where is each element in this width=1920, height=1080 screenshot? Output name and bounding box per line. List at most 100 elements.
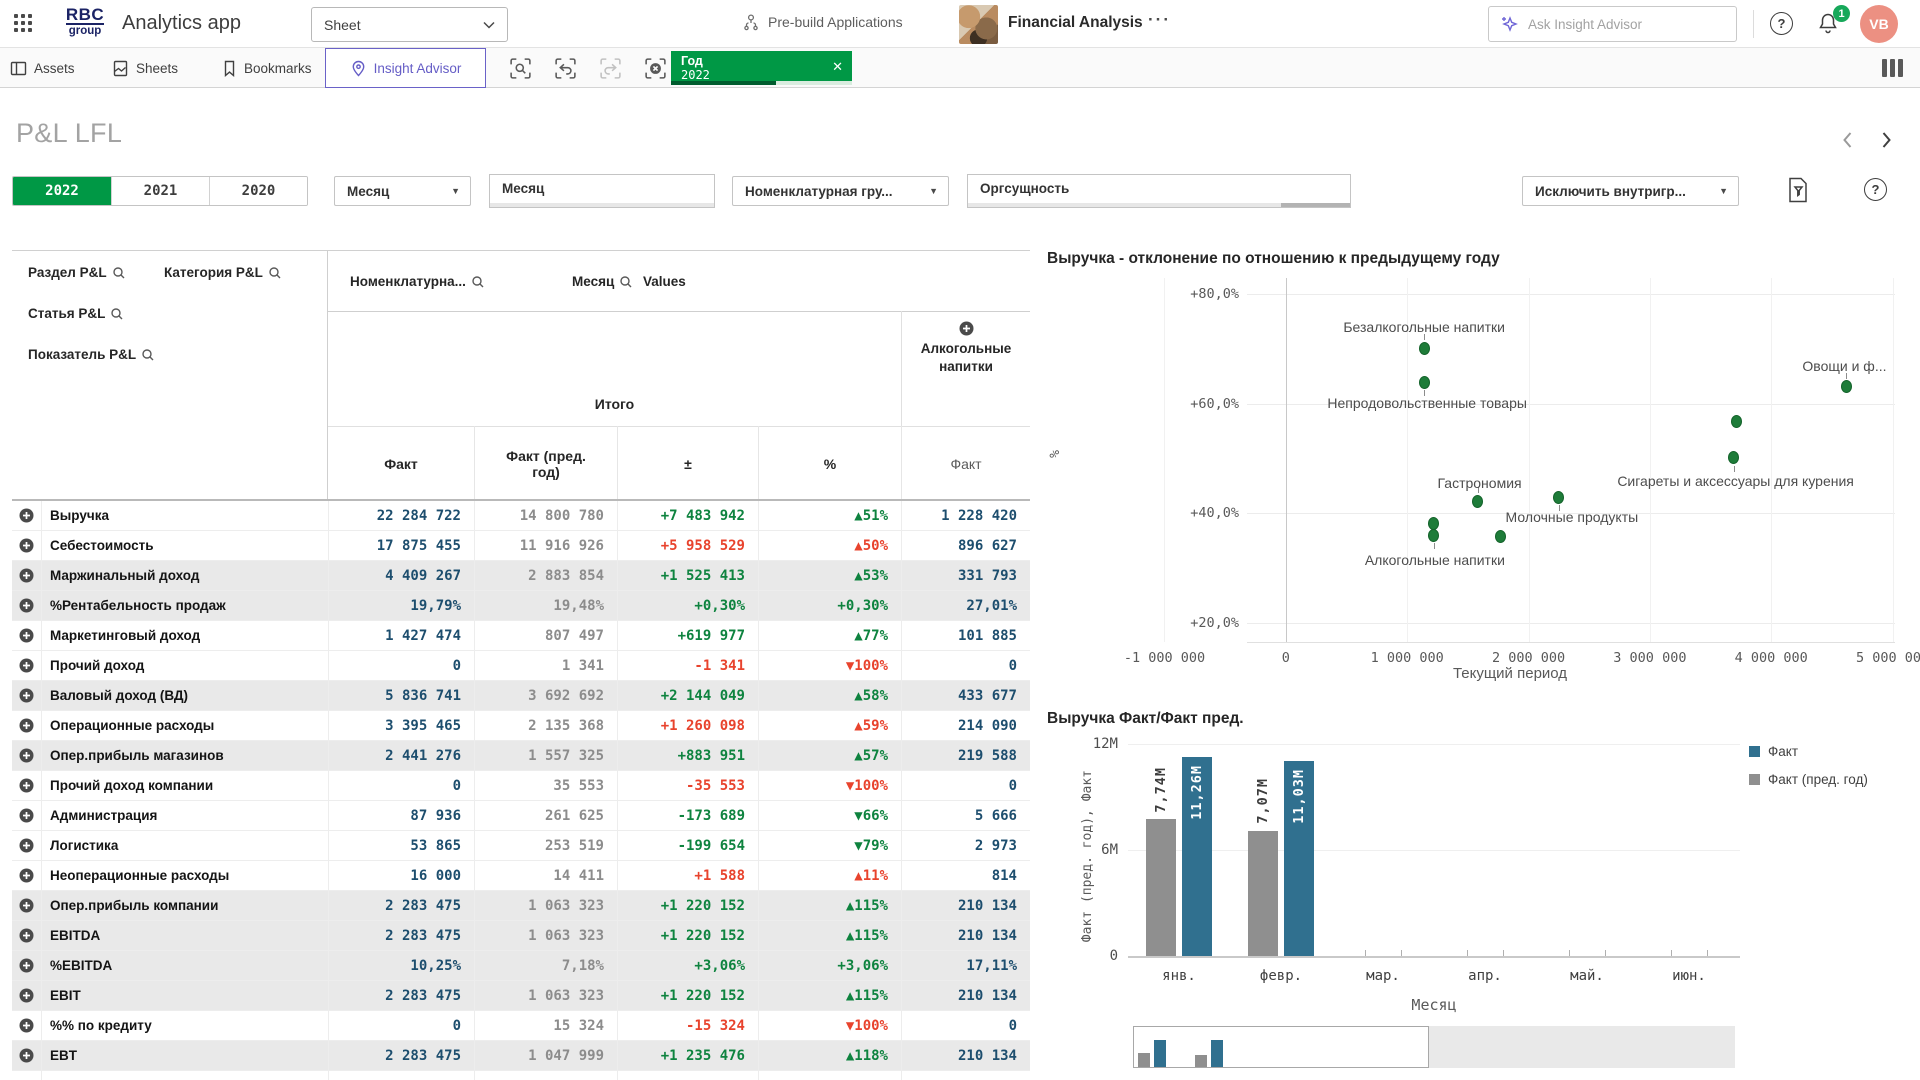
row-label-cell[interactable]: Прочий доход	[12, 651, 328, 680]
row-label-cell[interactable]: Администрация	[12, 801, 328, 830]
listbox-scrollbar-thumb[interactable]	[1281, 203, 1350, 207]
ask-insight-advisor-input[interactable]	[1528, 17, 1708, 32]
table-row[interactable]: Прочий доход01 341-1 341▼100%0	[12, 651, 1030, 681]
row-label[interactable]: %Рентабельность продаж	[42, 598, 226, 613]
expand-row-icon[interactable]	[12, 711, 42, 740]
redo-selection-button[interactable]	[598, 56, 623, 81]
row-label[interactable]: Маржинальный доход	[42, 568, 199, 583]
scatter-point[interactable]	[1728, 451, 1739, 464]
expand-icon[interactable]	[19, 688, 34, 703]
expand-icon[interactable]	[19, 718, 34, 733]
dim-pokazatel[interactable]: Показатель P&L	[28, 347, 155, 362]
row-label[interactable]: EBIT	[42, 988, 81, 1003]
scatter-point[interactable]	[1553, 491, 1564, 504]
expand-row-icon[interactable]	[12, 891, 42, 920]
table-row[interactable]: Себестоимость17 875 45511 916 926+5 958 …	[12, 531, 1030, 561]
row-label[interactable]: Маркетинговый доход	[42, 628, 200, 643]
expand-icon[interactable]	[19, 958, 34, 973]
measure-pct[interactable]: %	[758, 426, 901, 501]
expand-row-icon[interactable]	[12, 771, 42, 800]
expand-row-icon[interactable]	[12, 1041, 42, 1070]
expand-icon[interactable]	[19, 928, 34, 943]
year-tab-2021[interactable]: 2021	[111, 177, 209, 205]
expand-icon[interactable]	[19, 988, 34, 1003]
layout-columns-icon[interactable]	[1882, 59, 1903, 77]
row-label[interactable]: EBT	[42, 1048, 77, 1063]
measure-delta[interactable]: ±	[617, 426, 758, 501]
year-tab-2022[interactable]: 2022	[13, 177, 111, 205]
sheet-help-icon[interactable]: ?	[1864, 178, 1887, 201]
row-label-cell[interactable]: Операционные расходы	[12, 711, 328, 740]
expand-icon[interactable]	[19, 748, 34, 763]
expand-row-icon[interactable]	[12, 591, 42, 620]
row-label-cell[interactable]: Валовый доход (ВД)	[12, 681, 328, 710]
col-dim-nomenclature[interactable]: Номенклатурна...	[350, 274, 485, 289]
dim-statya[interactable]: Статья P&L	[28, 306, 124, 321]
row-label-cell[interactable]: Прочий доход компании	[12, 771, 328, 800]
row-label-cell[interactable]: Опер.прибыль компании	[12, 891, 328, 920]
expand-row-icon[interactable]	[12, 831, 42, 860]
expand-icon[interactable]	[19, 628, 34, 643]
row-label[interactable]: Прочий доход	[42, 658, 144, 673]
group-header-alco[interactable]: Алкогольные напитки	[901, 311, 1030, 426]
row-label[interactable]: Выручка	[42, 508, 109, 523]
table-row[interactable]: Логистика53 865253 519-199 654▼79%2 973	[12, 831, 1030, 861]
expand-row-icon[interactable]	[12, 531, 42, 560]
nomenclature-dropdown[interactable]: Номенклатурная гру... ▼	[732, 176, 949, 206]
expand-icon[interactable]	[19, 1018, 34, 1033]
expand-icon[interactable]	[19, 898, 34, 913]
chip-close-icon[interactable]: ✕	[832, 59, 843, 75]
table-row[interactable]: Маркетинговый доход1 427 474807 497+619 …	[12, 621, 1030, 651]
scatter-point[interactable]	[1428, 529, 1439, 542]
table-row[interactable]: %% по кредиту015 324-15 324▼100%0	[12, 1011, 1030, 1041]
selection-chip-year[interactable]: Год 2022 ✕	[671, 51, 852, 85]
expand-row-icon[interactable]	[12, 501, 42, 530]
month-dropdown[interactable]: Месяц ▼	[334, 176, 471, 206]
expand-row-icon[interactable]	[12, 981, 42, 1010]
exclude-intragroup-dropdown[interactable]: Исключить внутригр... ▼	[1522, 176, 1739, 206]
current-app-name[interactable]: Financial Analysis	[1008, 14, 1143, 32]
assets-button[interactable]: Assets	[10, 48, 75, 88]
row-label[interactable]: Логистика	[42, 838, 118, 853]
row-label-cell[interactable]: Логистика	[12, 831, 328, 860]
expand-row-icon[interactable]	[12, 801, 42, 830]
row-label-cell[interactable]: EBITDA	[12, 921, 328, 950]
month-listbox[interactable]: Месяц	[489, 174, 715, 208]
scatter-point[interactable]	[1731, 415, 1742, 428]
scatter-point[interactable]	[1841, 380, 1852, 393]
expand-row-icon[interactable]	[12, 1011, 42, 1040]
undo-selection-button[interactable]	[553, 56, 578, 81]
expand-row-icon[interactable]	[12, 621, 42, 650]
expand-icon[interactable]	[959, 321, 974, 336]
navigator-window[interactable]	[1133, 1026, 1429, 1068]
col-dim-values[interactable]: Values	[643, 274, 686, 289]
expand-icon[interactable]	[19, 838, 34, 853]
row-label[interactable]: Опер.прибыль магазинов	[42, 748, 224, 763]
help-icon[interactable]: ?	[1770, 12, 1793, 35]
row-label[interactable]: Операционные расходы	[42, 718, 214, 733]
scatter-point[interactable]	[1428, 517, 1439, 530]
more-menu[interactable]: ···	[1148, 10, 1171, 30]
expand-icon[interactable]	[19, 808, 34, 823]
expand-row-icon[interactable]	[12, 651, 42, 680]
table-row[interactable]: Неоперационные расходы16 00014 411+1 588…	[12, 861, 1030, 891]
row-label-cell[interactable]: Маржинальный доход	[12, 561, 328, 590]
row-label[interactable]: Прочий доход компании	[42, 778, 213, 793]
prev-sheet-chevron[interactable]	[1836, 128, 1862, 154]
table-row[interactable]: EBT2 283 4751 047 999+1 235 476▲118%210 …	[12, 1041, 1030, 1071]
table-row[interactable]: Маржинальный доход4 409 2672 883 854+1 5…	[12, 561, 1030, 591]
expand-icon[interactable]	[19, 598, 34, 613]
scatter-point[interactable]	[1419, 376, 1430, 389]
chart-range-navigator[interactable]	[1133, 1026, 1735, 1068]
prebuild-applications-link[interactable]: Pre-build Applications	[742, 13, 903, 31]
expand-icon[interactable]	[19, 508, 34, 523]
measure-fact[interactable]: Факт	[328, 426, 474, 501]
row-label-cell[interactable]: %% по кредиту	[12, 1011, 328, 1040]
scatter-point[interactable]	[1419, 342, 1430, 355]
row-label[interactable]: Администрация	[42, 808, 157, 823]
row-label-cell[interactable]: Опер.прибыль магазинов	[12, 741, 328, 770]
row-label[interactable]: Опер.прибыль компании	[42, 898, 218, 913]
row-label-cell[interactable]: EBT	[12, 1041, 328, 1070]
measure-fact-prev[interactable]: Факт (пред. год)	[474, 426, 617, 501]
table-row[interactable]: %Рентабельность продаж19,79%19,48%+0,30%…	[12, 591, 1030, 621]
